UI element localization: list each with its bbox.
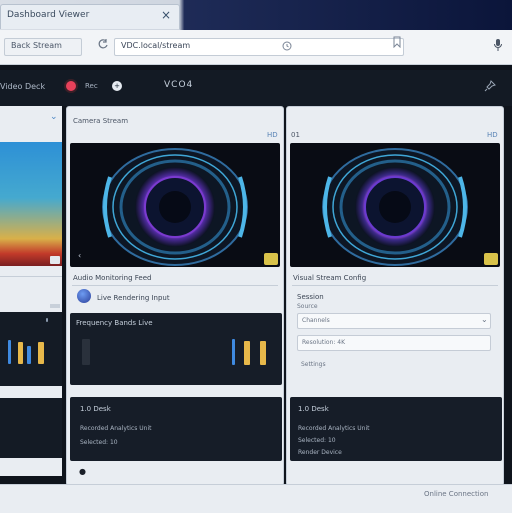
frequency-card: Frequency Bands Live (70, 313, 282, 385)
panel-title: Camera Stream (73, 117, 129, 125)
microphone-icon[interactable] (493, 38, 503, 55)
meta-title: 1.0 Desk (298, 405, 329, 413)
connection-status: Online Connection (424, 490, 489, 498)
meta-line: Recorded Analytics Unit (298, 425, 370, 432)
browser-tab-strip: Dashboard Viewer × (0, 0, 512, 30)
avatar-label: Live Rendering Input (97, 294, 170, 302)
address-bar: Back Stream VDC.local/stream (0, 30, 512, 65)
reload-icon[interactable] (96, 38, 110, 54)
meter-bar (260, 341, 266, 365)
meter-tick (46, 318, 48, 322)
select-value: Channels (302, 317, 330, 324)
channels-select[interactable]: Channels ⌄ (297, 313, 491, 329)
frequency-title: Frequency Bands Live (76, 319, 153, 327)
meta-title: 1.0 Desk (80, 405, 111, 413)
divider (72, 285, 278, 286)
field-value: Resolution: 4K (302, 339, 346, 346)
field-label: Session (297, 293, 324, 301)
meter-bar (38, 342, 44, 364)
hd-badge: HD (267, 131, 278, 139)
tab-title: Dashboard Viewer (7, 10, 90, 20)
pin-icon[interactable] (484, 80, 496, 95)
back-button-label: Back Stream (11, 41, 62, 50)
app-header: Video Deck (0, 70, 512, 106)
meter-bar (27, 346, 31, 364)
record-button[interactable] (66, 81, 76, 91)
record-icon[interactable]: ● (79, 467, 89, 477)
record-label: Rec (85, 82, 98, 90)
video-caption: Audio Monitoring Feed (73, 274, 152, 282)
app-brand: Video Deck (0, 82, 46, 91)
meter-bar (8, 340, 11, 364)
divider (292, 285, 498, 286)
divider (0, 276, 62, 277)
meta-card: 1.0 Desk Recorded Analytics Unit Selecte… (70, 397, 282, 461)
meta-line: Recorded Analytics Unit (80, 425, 152, 432)
meta-line: Render Device (298, 449, 342, 456)
url-input[interactable]: VDC.local/stream (114, 38, 404, 56)
meter-bar (232, 339, 235, 365)
stream-panel-2: 01 HD Visual Stream Config Session Sourc… (286, 106, 504, 486)
video-prev-control[interactable]: ‹ (78, 251, 81, 260)
meter-bar (18, 342, 23, 364)
divider (50, 304, 60, 308)
field-value: Source (297, 303, 318, 310)
stream-panel-1: Camera Stream HD ‹ Audio Monitoring Feed… (66, 106, 284, 486)
chevron-down-icon[interactable]: ⌄ (50, 112, 58, 122)
hd-badge: HD (487, 131, 498, 139)
meta-line: Selected: 10 (298, 437, 336, 444)
video-player[interactable] (290, 143, 500, 267)
browser-tab[interactable]: Dashboard Viewer × (0, 4, 180, 29)
quality-badge (484, 253, 498, 265)
settings-link[interactable]: Settings (301, 361, 326, 368)
quality-badge (264, 253, 278, 265)
thumbnail-image[interactable] (0, 142, 62, 266)
meter-bar (82, 339, 90, 365)
avatar[interactable] (77, 289, 91, 303)
url-text: VDC.local/stream (121, 41, 191, 50)
meter-bar (244, 341, 250, 365)
resolution-field[interactable]: Resolution: 4K (297, 335, 491, 351)
status-bar (0, 484, 512, 513)
video-player[interactable]: ‹ (70, 143, 280, 267)
bookmark-icon[interactable] (392, 36, 402, 51)
clock-icon[interactable] (281, 39, 293, 56)
close-icon[interactable]: × (161, 8, 171, 22)
video-caption: Visual Stream Config (293, 274, 367, 282)
meta-card: 1.0 Desk Recorded Analytics Unit Selecte… (290, 397, 502, 461)
panel-title: 01 (291, 131, 300, 139)
meter-card (0, 312, 62, 386)
back-button[interactable]: Back Stream (4, 38, 82, 56)
app-title: VCO4 (164, 80, 194, 90)
thumbnail-badge (50, 256, 60, 264)
meta-line: Selected: 10 (80, 439, 118, 446)
add-button[interactable]: + (112, 81, 122, 91)
plus-icon: + (114, 82, 120, 90)
speaker-visual (322, 148, 468, 266)
chevron-down-icon: ⌄ (481, 315, 488, 324)
info-card (0, 398, 62, 458)
speaker-visual (102, 148, 248, 266)
